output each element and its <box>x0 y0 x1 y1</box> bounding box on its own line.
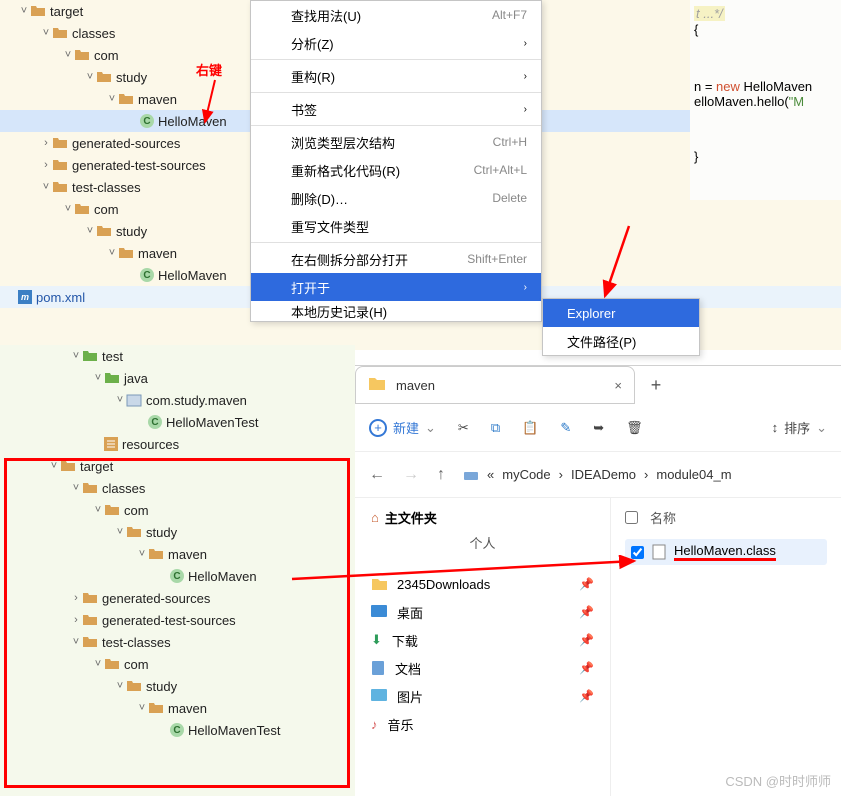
code-editor[interactable]: t ...*/ { n = new HelloMaven elloMaven.h… <box>690 0 841 200</box>
submenu-explorer[interactable]: Explorer <box>543 299 699 327</box>
folder-icon <box>104 657 120 671</box>
explorer-nav: ← → ↑ «myCode›IDEADemo›module04_m <box>355 452 841 498</box>
class-icon: C <box>170 569 184 583</box>
folder-icon <box>82 591 98 605</box>
folder-icon <box>126 525 142 539</box>
context-menu[interactable]: 查找用法(U)Alt+F7 分析(Z)› 重构(R)› 书签› 浏览类型层次结构… <box>250 0 542 322</box>
folder-icon <box>82 613 98 627</box>
folder-icon <box>74 48 90 62</box>
folder-icon <box>82 349 98 363</box>
class-icon: C <box>148 415 162 429</box>
select-all-checkbox[interactable] <box>625 511 638 524</box>
ctx-open-in[interactable]: 打开于› <box>251 273 541 301</box>
folder-icon <box>82 635 98 649</box>
folder-icon <box>118 246 134 260</box>
paste-icon[interactable]: 📋 <box>522 420 538 436</box>
column-header-name[interactable]: 名称 <box>650 508 676 527</box>
class-icon: C <box>140 114 154 128</box>
sidebar-item[interactable]: 图片📌 <box>371 682 594 710</box>
sidebar-item[interactable]: ♪音乐 <box>371 710 594 738</box>
folder-icon <box>52 136 68 150</box>
file-item[interactable]: HelloMaven.class <box>625 539 827 565</box>
folder-icon <box>82 481 98 495</box>
class-icon: C <box>140 268 154 282</box>
ctx-override-filetype[interactable]: 重写文件类型 <box>251 212 541 240</box>
copy-icon[interactable]: ⧉ <box>491 420 500 436</box>
folder-icon <box>104 503 120 517</box>
explorer-filelist[interactable]: 名称 HelloMaven.class <box>611 498 841 796</box>
folder-icon <box>52 180 68 194</box>
ctx-refactor[interactable]: 重构(R)› <box>251 62 541 90</box>
folder-icon <box>30 4 46 18</box>
ctx-delete[interactable]: 删除(D)…Delete <box>251 184 541 212</box>
resources-icon <box>104 437 118 451</box>
folder-icon <box>52 158 68 172</box>
watermark: CSDN @时时师师 <box>725 771 831 790</box>
folder-icon <box>96 70 112 84</box>
explorer-sidebar[interactable]: ⌂主文件夹 个人 2345Downloads📌 桌面📌 ⬇下载📌 文档📌 图片📌… <box>355 498 611 796</box>
folder-icon <box>60 459 76 473</box>
explorer-tab[interactable]: maven × <box>355 366 635 404</box>
up-button[interactable]: ↑ <box>437 466 445 484</box>
sidebar-item[interactable]: ⬇下载📌 <box>371 626 594 654</box>
ctx-split-right[interactable]: 在右侧拆分部分打开Shift+Enter <box>251 245 541 273</box>
back-button[interactable]: ← <box>369 466 385 484</box>
new-tab-button[interactable]: + <box>643 372 669 398</box>
close-icon[interactable]: × <box>614 378 622 393</box>
project-tree-bottom[interactable]: ˅test ˅java ˅com.study.maven CHelloMaven… <box>0 345 355 741</box>
forward-button[interactable]: → <box>403 466 419 484</box>
explorer-toolbar: +新建⌄ ✂ ⧉ 📋 ✎ ➥ 🗑 ↕排序⌄ <box>355 404 841 452</box>
drive-icon <box>463 468 479 482</box>
home-icon: ⌂ <box>371 510 379 525</box>
file-icon <box>652 544 666 560</box>
tree-item-hellomaven-btm[interactable]: CHelloMaven <box>0 565 355 587</box>
rename-icon[interactable]: ✎ <box>560 420 571 436</box>
folder-icon <box>126 679 142 693</box>
ctx-local-history[interactable]: 本地历史记录(H) <box>251 301 541 321</box>
file-explorer[interactable]: maven × + +新建⌄ ✂ ⧉ 📋 ✎ ➥ 🗑 ↕排序⌄ ← → ↑ «m… <box>355 365 841 796</box>
ctx-reformat[interactable]: 重新格式化代码(R)Ctrl+Alt+L <box>251 156 541 184</box>
ctx-find-usage[interactable]: 查找用法(U)Alt+F7 <box>251 1 541 29</box>
cut-icon[interactable]: ✂ <box>458 420 469 436</box>
ctx-hierarchy[interactable]: 浏览类型层次结构Ctrl+H <box>251 128 541 156</box>
sidebar-item[interactable]: 桌面📌 <box>371 598 594 626</box>
folder-icon <box>96 224 112 238</box>
annotation-rightclick: 右键 <box>196 60 222 79</box>
folder-icon <box>52 26 68 40</box>
ctx-analyze[interactable]: 分析(Z)› <box>251 29 541 57</box>
file-checkbox[interactable] <box>631 546 644 559</box>
sidebar-item[interactable]: 2345Downloads📌 <box>371 570 594 598</box>
package-icon <box>126 393 142 407</box>
folder-icon <box>148 547 164 561</box>
maven-icon: m <box>18 290 32 304</box>
class-icon: C <box>170 723 184 737</box>
folder-icon <box>368 376 386 395</box>
breadcrumb[interactable]: «myCode›IDEADemo›module04_m <box>463 467 732 482</box>
folder-icon <box>148 701 164 715</box>
ctx-bookmark[interactable]: 书签› <box>251 95 541 123</box>
folder-icon <box>118 92 134 106</box>
sidebar-item[interactable]: 文档📌 <box>371 654 594 682</box>
share-icon[interactable]: ➥ <box>593 420 604 436</box>
sort-button[interactable]: ↕排序⌄ <box>772 418 827 437</box>
folder-icon <box>104 371 120 385</box>
delete-icon[interactable]: 🗑 <box>626 420 643 436</box>
folder-icon <box>74 202 90 216</box>
new-button[interactable]: +新建⌄ <box>369 418 436 437</box>
